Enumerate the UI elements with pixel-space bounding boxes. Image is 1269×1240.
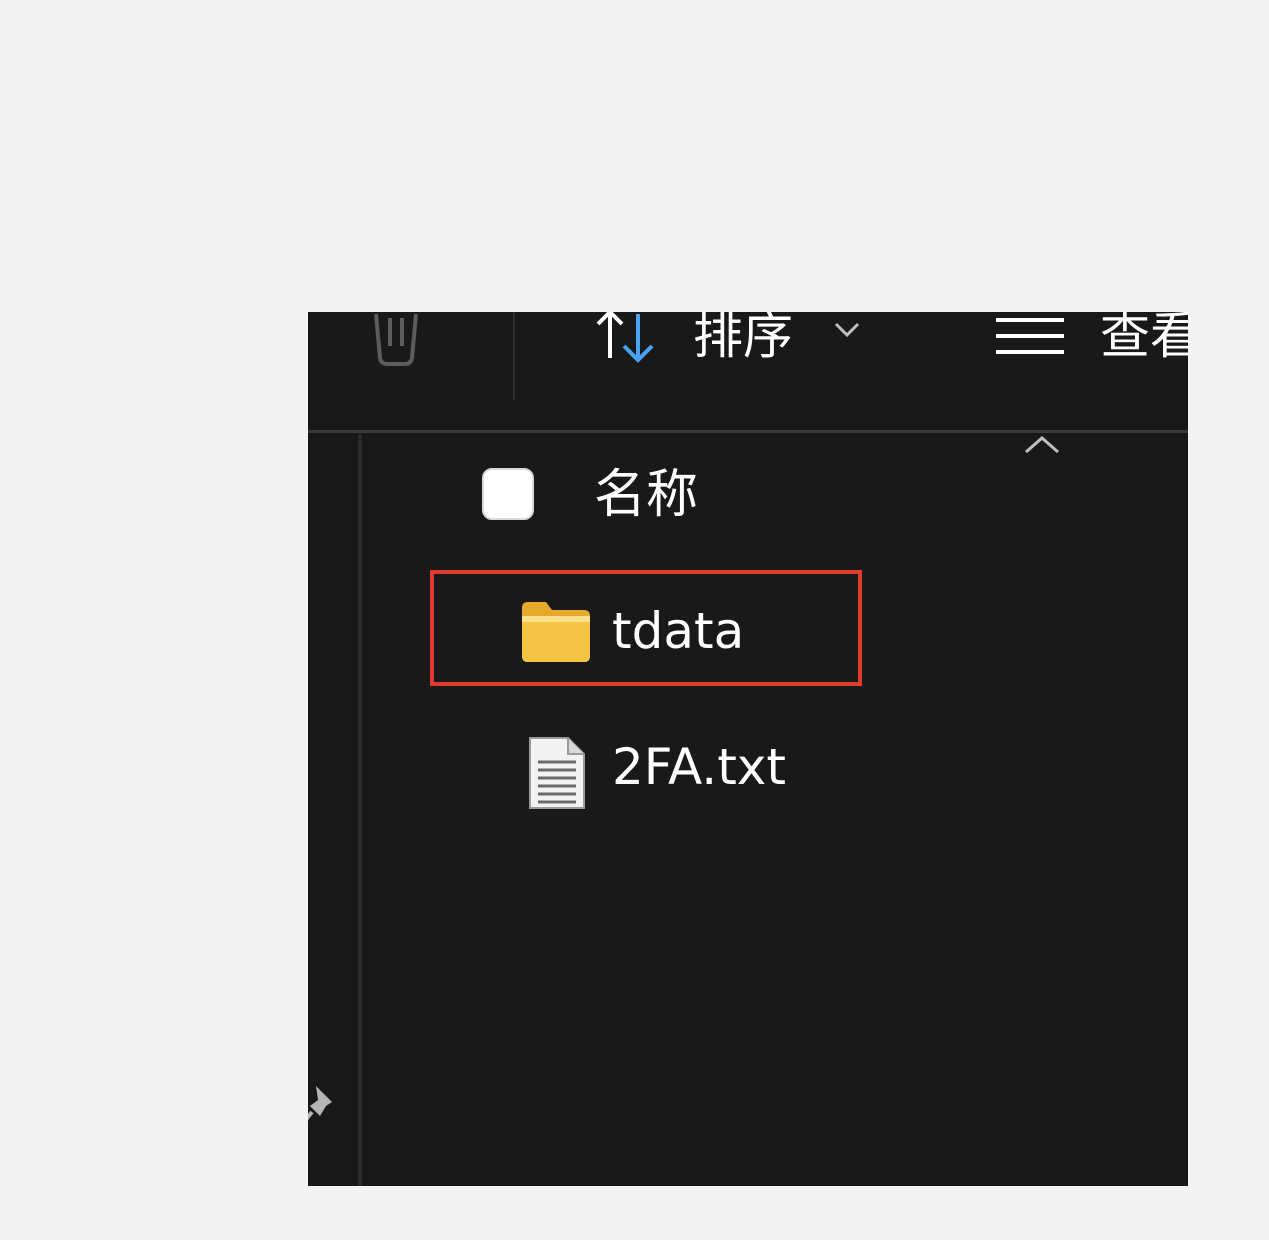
chevron-down-icon[interactable] bbox=[832, 318, 862, 340]
navigation-pane-divider[interactable] bbox=[358, 434, 362, 1186]
file-explorer-window: 排序 查看 名称 tdata 2FA.txt bbox=[308, 312, 1188, 1186]
column-header-name[interactable]: 名称 bbox=[594, 462, 698, 528]
trash-icon[interactable] bbox=[364, 312, 428, 370]
file-row-tdata[interactable]: tdata bbox=[458, 584, 1018, 680]
column-header-row: 名称 bbox=[458, 452, 1058, 542]
command-bar: 排序 查看 bbox=[308, 312, 1188, 430]
toolbar-bottom-border bbox=[308, 430, 1188, 433]
file-name: tdata bbox=[612, 602, 745, 660]
toolbar-divider bbox=[513, 312, 515, 400]
select-all-checkbox[interactable] bbox=[482, 468, 534, 520]
file-row-2fa[interactable]: 2FA.txt bbox=[458, 720, 1018, 816]
view-lines-icon[interactable] bbox=[994, 316, 1066, 356]
view-button-label[interactable]: 查看 bbox=[1100, 312, 1188, 368]
file-name: 2FA.txt bbox=[612, 738, 786, 796]
pin-icon[interactable] bbox=[308, 1082, 342, 1126]
text-file-icon bbox=[518, 736, 594, 809]
sort-button-label[interactable]: 排序 bbox=[693, 312, 793, 368]
sort-arrows-icon[interactable] bbox=[590, 312, 662, 364]
folder-icon bbox=[518, 600, 594, 664]
